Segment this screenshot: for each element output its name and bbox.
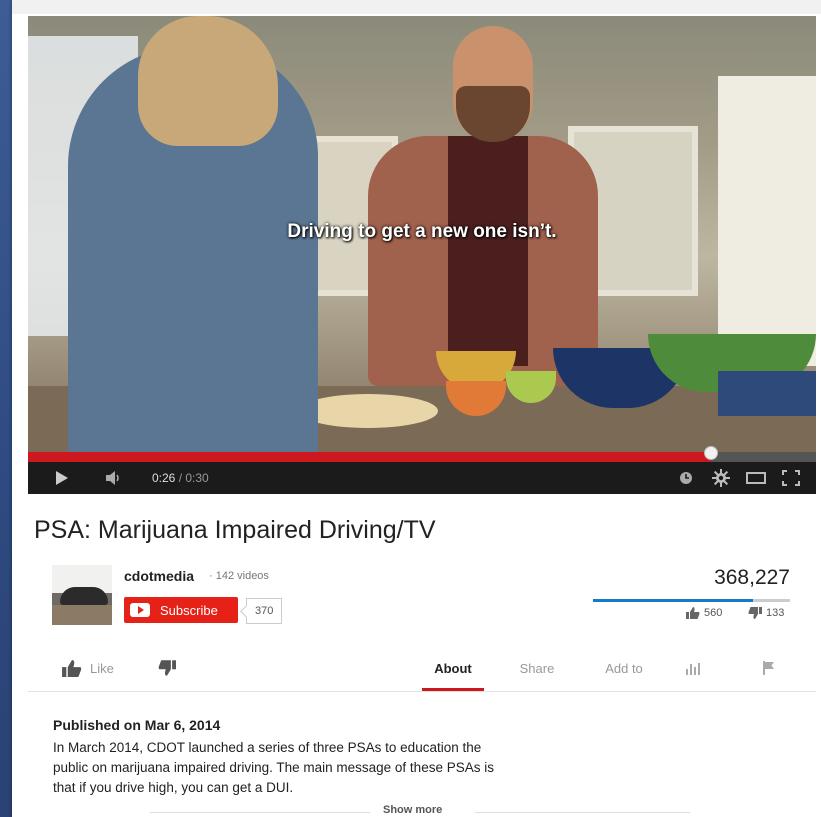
video-caption: Driving to get a new one isn’t. [287,221,557,242]
statistics-icon [686,663,700,675]
fullscreen-icon [782,470,800,486]
tab-share[interactable]: Share [509,645,565,691]
settings-button[interactable] [708,462,734,494]
like-count-group: 560 [686,607,722,619]
statistics-button[interactable] [680,645,706,691]
fullscreen-button[interactable] [778,462,804,494]
volume-icon [106,471,119,485]
video-description: In March 2014, CDOT launched a series of… [53,740,494,795]
like-count: 560 [704,607,723,619]
scene-plate [298,394,438,428]
youtube-play-icon [130,603,150,617]
subscribe-label: Subscribe [160,602,218,618]
volume-button[interactable] [100,462,126,494]
window-top-border [12,0,821,14]
sentiment-bar [593,599,790,602]
progress-bar[interactable] [28,446,816,462]
report-button[interactable] [756,645,782,691]
gear-icon [712,469,730,487]
view-count: 368,227 [714,566,790,589]
show-more-rule-left [150,812,370,813]
channel-video-count[interactable]: · 142 videos [209,570,269,582]
show-more-rule-right [475,812,690,813]
section-divider [28,691,816,692]
thumbs-down-icon [158,660,176,676]
progress-scrubber[interactable] [704,446,719,460]
flag-icon [763,661,774,675]
channel-name[interactable]: cdotmedia [124,568,194,584]
thumbs-down-icon [748,607,762,619]
like-label: Like [90,660,114,676]
time-display: 0:26 / 0:30 [152,471,209,485]
like-button[interactable]: Like [62,645,132,691]
theater-mode-button[interactable] [743,462,769,494]
video-frame[interactable]: Driving to get a new one isn’t. [28,16,816,452]
duration: / 0:30 [178,471,209,485]
action-bar: Like About Share Add to [34,645,808,691]
channel-avatar[interactable] [52,565,112,625]
tab-add-to[interactable]: Add to [594,645,654,691]
sentiment-bar-likes [593,599,753,602]
dislike-count-group: 133 [748,607,784,619]
show-more-button[interactable]: Show more [383,804,442,816]
watch-later-button[interactable] [674,462,698,494]
thumbs-up-icon [62,659,82,677]
scene-man-shirt [448,136,528,366]
scene-napkin [718,371,816,416]
video-title: PSA: Marijuana Impaired Driving/TV [34,516,436,544]
scene-woman-hair [138,16,278,146]
play-icon [56,471,68,485]
current-time: 0:26 [152,471,176,485]
thumbs-up-icon [686,607,700,619]
progress-played [28,452,712,462]
play-button[interactable] [46,462,76,494]
clock-icon [680,472,692,484]
publish-date: Published on Mar 6, 2014 [53,717,221,733]
player-controls: 0:26 / 0:30 [28,462,816,494]
subscriber-count: 370 [246,598,283,624]
tab-about[interactable]: About [422,645,484,691]
dislike-count: 133 [766,607,785,619]
dislike-button[interactable] [154,645,180,691]
theater-icon [746,472,766,484]
subscribe-button[interactable]: Subscribe [124,597,238,623]
